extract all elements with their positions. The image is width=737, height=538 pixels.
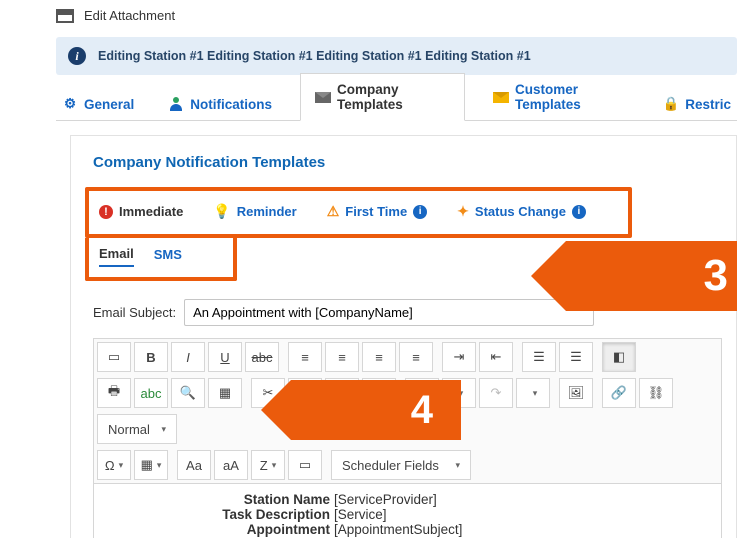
select-all-button[interactable]: ▦	[208, 378, 242, 408]
tab-notifications[interactable]: Notifications	[162, 88, 278, 120]
indent-button[interactable]: ⇥	[442, 342, 476, 372]
alert-icon: !	[99, 205, 113, 219]
align-justify-button[interactable]: ≡	[399, 342, 433, 372]
redo-history-button[interactable]	[516, 378, 550, 408]
spellcheck-button[interactable]: abc	[134, 378, 168, 408]
trigger-immediate[interactable]: ! Immediate	[99, 204, 183, 219]
field-label: Appointment	[134, 522, 334, 537]
trigger-reminder[interactable]: 💡 Reminder	[213, 203, 296, 220]
envelope-icon	[493, 89, 509, 105]
align-right-button[interactable]: ≡	[362, 342, 396, 372]
field-token: [ServiceProvider]	[334, 492, 437, 507]
tab-customer-templates[interactable]: Customer Templates	[487, 74, 635, 120]
channel-sms[interactable]: SMS	[154, 247, 182, 266]
info-icon[interactable]: i	[572, 205, 586, 219]
print-button[interactable]: 🖶	[97, 378, 131, 408]
channel-tab-group: Email SMS	[85, 238, 237, 281]
body-row: Appointment [AppointmentSubject]	[134, 522, 681, 537]
main-tabs: ⚙ General Notifications Company Template…	[56, 85, 737, 121]
table-button[interactable]: ▦	[134, 450, 168, 480]
line-height-button[interactable]: Z	[251, 450, 285, 480]
scheduler-fields-select[interactable]: Scheduler Fields	[331, 450, 471, 480]
trigger-status-change[interactable]: ✦ Status Change i	[457, 203, 586, 220]
trigger-first-time[interactable]: ⚠ First Time i	[327, 203, 427, 220]
templates-panel: 3 Company Notification Templates ! Immed…	[70, 135, 737, 538]
info-icon[interactable]: i	[413, 205, 427, 219]
embed-button[interactable]: ▭	[288, 450, 322, 480]
info-banner: i Editing Station #1 Editing Station #1 …	[56, 37, 737, 75]
callout-4: 4	[291, 380, 461, 440]
trigger-label: Reminder	[237, 204, 297, 219]
font-size-small-button[interactable]: Aa	[177, 450, 211, 480]
trigger-tab-group: ! Immediate 💡 Reminder ⚠ First Time i ✦ …	[85, 187, 632, 238]
field-token: [Service]	[334, 507, 387, 522]
tab-label: Notifications	[190, 97, 272, 112]
callout-3: 3	[566, 241, 737, 311]
subject-label: Email Subject:	[93, 305, 176, 320]
envelope-icon	[315, 89, 331, 105]
channel-email[interactable]: Email	[99, 246, 134, 267]
person-icon	[168, 96, 184, 112]
field-label: Task Description	[134, 507, 334, 522]
unordered-list-button[interactable]: ☰	[559, 342, 593, 372]
trigger-label: Status Change	[475, 204, 566, 219]
body-row: Task Description [Service]	[134, 507, 681, 522]
field-token: [AppointmentSubject]	[334, 522, 462, 537]
lock-icon: 🔒	[663, 96, 679, 112]
outdent-button[interactable]: ⇤	[479, 342, 513, 372]
italic-button[interactable]: I	[171, 342, 205, 372]
field-label: Station Name	[134, 492, 334, 507]
tab-company-templates[interactable]: Company Templates	[300, 73, 465, 121]
tab-general[interactable]: ⚙ General	[56, 88, 140, 120]
trigger-label: Immediate	[119, 204, 183, 219]
body-row: Station Name [ServiceProvider]	[134, 492, 681, 507]
redo-button[interactable]: ↷	[479, 378, 513, 408]
warning-icon: ⚠	[327, 203, 340, 220]
star-icon: ✦	[457, 203, 469, 220]
tab-label: Restric	[685, 97, 731, 112]
align-center-button[interactable]: ≡	[325, 342, 359, 372]
tab-label: Company Templates	[337, 82, 450, 112]
tab-label: Customer Templates	[515, 82, 629, 112]
ordered-list-button[interactable]: ☰	[522, 342, 556, 372]
info-message: Editing Station #1 Editing Station #1 Ed…	[98, 49, 531, 63]
bulb-icon: 💡	[213, 203, 230, 220]
font-size-large-button[interactable]: aA	[214, 450, 248, 480]
editor-content[interactable]: Station Name [ServiceProvider] Task Desc…	[94, 484, 721, 538]
unlink-button[interactable]: ⛓	[639, 378, 673, 408]
special-char-button[interactable]: Ω	[97, 450, 131, 480]
tab-restrictions[interactable]: 🔒 Restric	[657, 88, 737, 120]
find-button[interactable]: 🔍	[171, 378, 205, 408]
align-left-button[interactable]: ≡	[288, 342, 322, 372]
gear-icon: ⚙	[62, 96, 78, 112]
page-title: Edit Attachment	[84, 8, 175, 23]
image-button[interactable]: 🖼	[559, 378, 593, 408]
underline-button[interactable]: U	[208, 342, 242, 372]
window-icon	[56, 9, 74, 23]
info-icon: i	[68, 47, 86, 65]
panel-title: Company Notification Templates	[93, 154, 722, 171]
strike-button[interactable]: abc	[245, 342, 279, 372]
source-button[interactable]: ▭	[97, 342, 131, 372]
format-select[interactable]: Normal	[97, 414, 177, 444]
link-button[interactable]: 🔗	[602, 378, 636, 408]
tab-label: General	[84, 97, 134, 112]
bold-button[interactable]: B	[134, 342, 168, 372]
show-blocks-button[interactable]: ◧	[602, 342, 636, 372]
trigger-label: First Time	[345, 204, 407, 219]
